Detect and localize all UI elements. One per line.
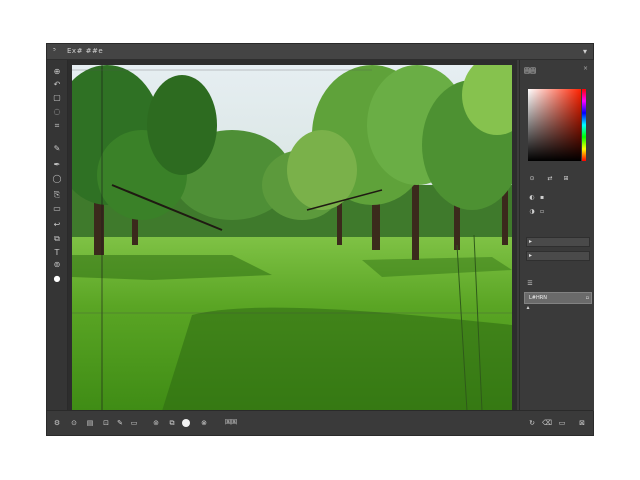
circle-tool-icon[interactable]: ◯ <box>51 174 63 184</box>
opacity-icon: ▸ <box>529 238 533 245</box>
color-picker-field[interactable] <box>528 89 581 161</box>
layer-name: L#HRN <box>529 295 547 301</box>
settings-icon[interactable]: ⚙ <box>52 418 62 428</box>
layer-row[interactable]: L#HRN ▫ <box>524 292 592 304</box>
marquee-tool-icon[interactable]: ▢ <box>51 93 63 103</box>
tools-toolbar: ⊕ ↶ ▢ ◌ ⌗ ✎ ✒ ◯ ⎘ ▭ ↩ ⧉ T ⊚ ● <box>47 60 68 411</box>
right-panel: 圆圆 × ⊙ ⇄ ⊞ ◐ ▪ ◑ ▫ ▸ ▸ ☰ L#HRN ▫ ▴ <box>519 60 594 411</box>
layers-icon[interactable]: ☰ <box>526 280 534 288</box>
swap-colors-icon[interactable]: ⇄ <box>546 175 554 183</box>
text-tool-icon[interactable]: T <box>51 248 63 258</box>
opacity-slider[interactable]: ▸ <box>526 237 590 247</box>
stamp-tool-icon[interactable]: ⎘ <box>51 190 63 200</box>
layer-options-icon[interactable]: ▴ <box>524 304 532 312</box>
hue-slider[interactable] <box>582 89 586 161</box>
adjust-icon[interactable]: ◐ <box>528 194 536 202</box>
photo-canvas[interactable] <box>72 65 512 411</box>
lasso-tool-icon[interactable]: ◌ <box>51 107 63 117</box>
zoom-icon[interactable]: ⊚ <box>151 418 161 428</box>
editor-window: ⁵ Ex# ##e ▾ ⊕ ↶ ▢ ◌ ⌗ ✎ ✒ ◯ ⎘ ▭ ↩ ⧉ T ⊚ … <box>46 43 594 436</box>
brush-tool-icon[interactable]: ✎ <box>51 144 63 154</box>
window-menu-icon[interactable]: ▾ <box>583 44 587 59</box>
eyedropper-icon[interactable]: ⊙ <box>528 175 536 183</box>
mask-icon[interactable]: ⊡ <box>101 418 111 428</box>
levels-icon[interactable]: ▪ <box>538 194 546 202</box>
rotate-icon[interactable]: ↻ <box>527 418 537 428</box>
layer-visibility-icon[interactable]: ▫ <box>586 293 589 303</box>
record-icon[interactable] <box>182 419 190 427</box>
app-logo-icon: ⁵ <box>53 47 56 55</box>
park-photo <box>72 65 512 411</box>
exposure-icon[interactable]: ▫ <box>538 208 546 216</box>
window-title: Ex# ##e <box>67 47 104 55</box>
crop-tool-icon[interactable]: ⌗ <box>51 121 63 131</box>
panel-header: 圆圆 <box>524 68 537 75</box>
history-tool-icon[interactable]: ↶ <box>51 80 63 90</box>
fill-slider[interactable]: ▸ <box>526 251 590 261</box>
copy-icon[interactable]: ⧉ <box>167 418 177 428</box>
move-tool-icon[interactable]: ⊕ <box>51 67 63 77</box>
eraser-icon[interactable]: ▭ <box>129 418 139 428</box>
layers-toggle-icon[interactable]: ▤ <box>85 418 95 428</box>
color-tool-icon[interactable]: ● <box>51 274 63 284</box>
export-icon[interactable]: ⊗ <box>199 418 209 428</box>
reset-colors-icon[interactable]: ⊞ <box>562 175 570 183</box>
title-bar: ⁵ Ex# ##e ▾ <box>47 44 593 60</box>
canvas-area[interactable] <box>68 60 517 411</box>
clone-tool-icon[interactable]: ⧉ <box>51 234 63 244</box>
history-icon[interactable]: ⊙ <box>69 418 79 428</box>
shape-tool-icon[interactable]: ⊚ <box>51 260 63 270</box>
panel-close-icon[interactable]: × <box>583 65 588 72</box>
brush-icon[interactable]: ✎ <box>115 418 125 428</box>
pen-tool-icon[interactable]: ✒ <box>51 160 63 170</box>
fullscreen-icon[interactable]: ⊠ <box>577 418 587 428</box>
curves-icon[interactable]: ◑ <box>528 208 536 216</box>
eraser-tool-icon[interactable]: ▭ <box>51 204 63 214</box>
undo-tool-icon[interactable]: ↩ <box>51 220 63 230</box>
trash-icon[interactable]: ⌫ <box>542 418 552 428</box>
status-text: 国国 <box>225 419 238 426</box>
bottom-toolbar: ⚙ ⊙ ▤ ⊡ ✎ ▭ ⊚ ⧉ ⊗ 国国 ↻ ⌫ ▭ ⊠ <box>47 410 593 435</box>
fill-icon: ▸ <box>529 252 533 259</box>
minimize-icon[interactable]: ▭ <box>557 418 567 428</box>
